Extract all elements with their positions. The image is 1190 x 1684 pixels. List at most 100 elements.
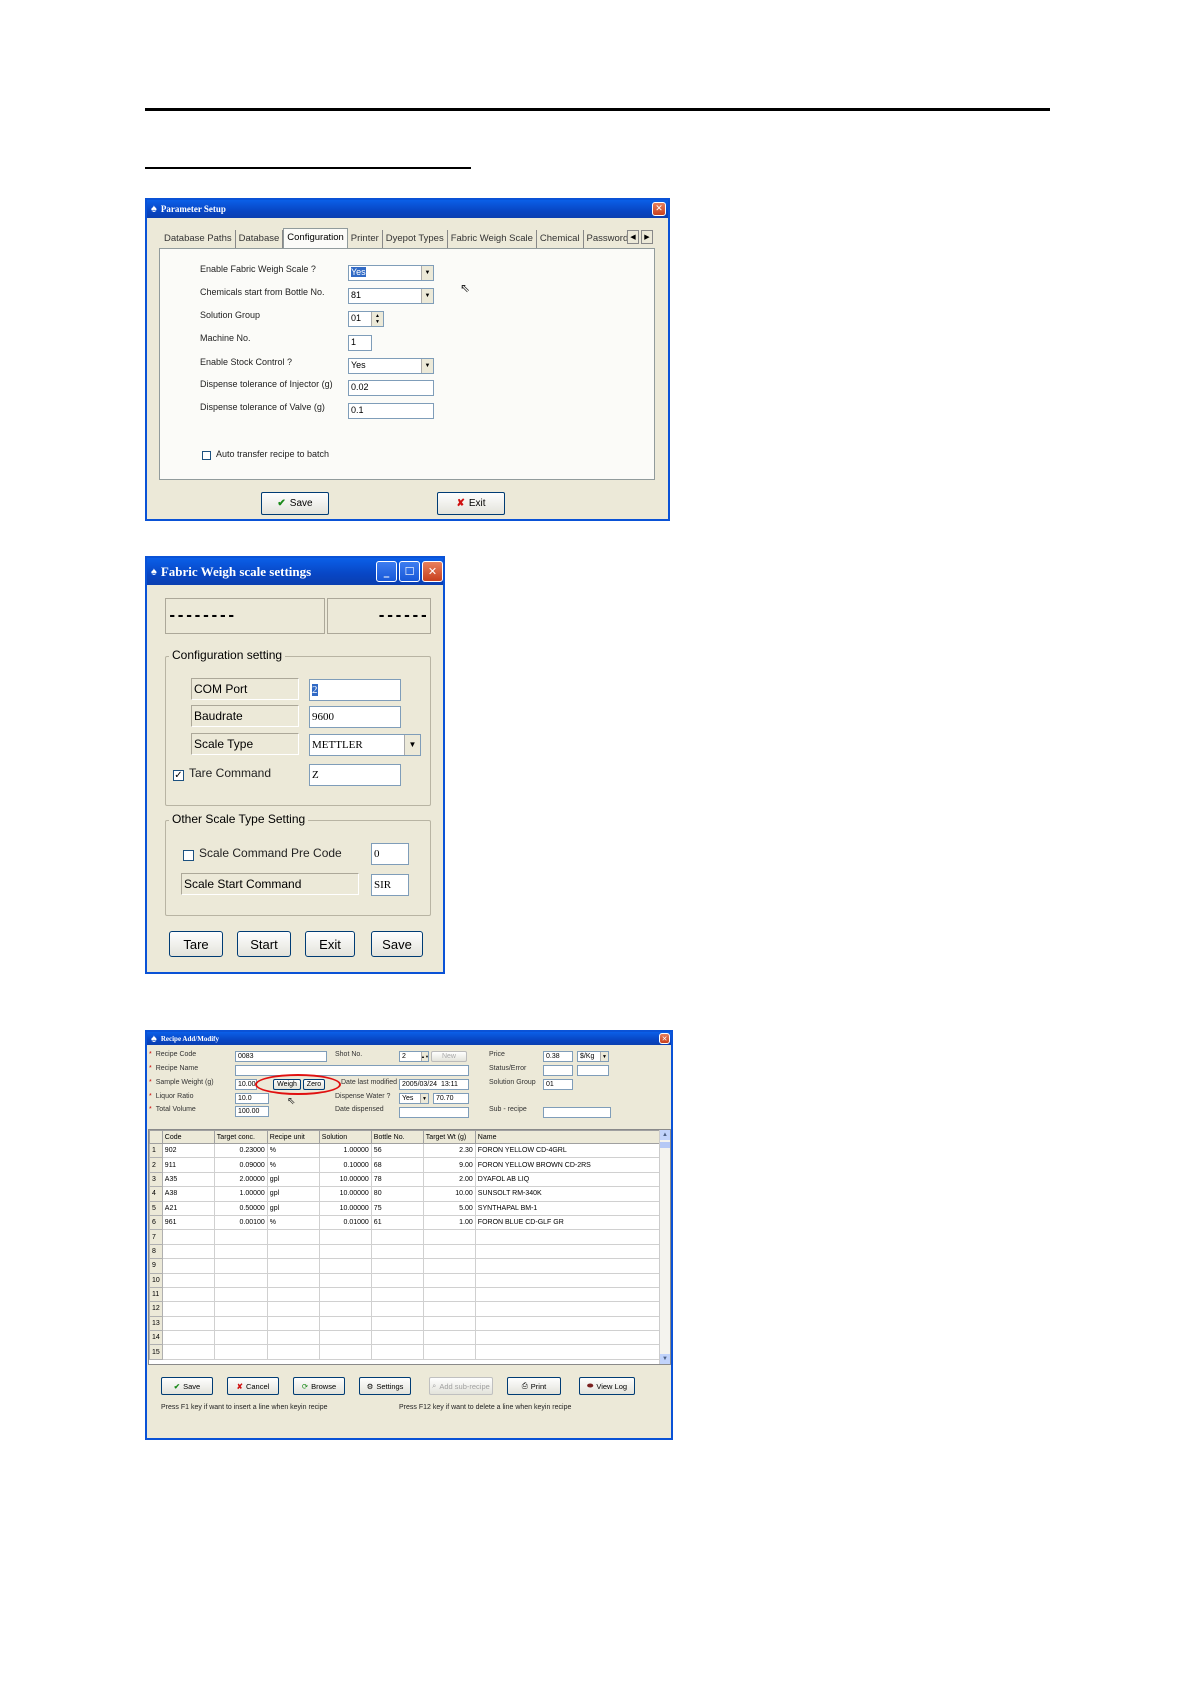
table-cell[interactable] — [266, 1315, 320, 1332]
column-header[interactable]: Bottle No. — [370, 1130, 424, 1144]
table-cell[interactable] — [266, 1330, 320, 1346]
table-cell[interactable] — [318, 1330, 372, 1346]
shot-no-spinner[interactable]: 2 ▲▼ — [399, 1051, 429, 1062]
recipe-name-input[interactable] — [235, 1065, 469, 1076]
table-cell[interactable] — [370, 1330, 424, 1346]
table-cell[interactable]: FORON BLUE CD-GLF GR — [474, 1214, 662, 1231]
chevron-down-icon[interactable]: ▼ — [421, 359, 433, 373]
table-cell[interactable]: 911 — [161, 1157, 215, 1173]
minimize-button[interactable]: _ — [376, 561, 397, 582]
table-cell[interactable] — [422, 1301, 476, 1317]
table-cell[interactable]: 0.10000 — [318, 1157, 372, 1173]
table-row[interactable]: 10 — [149, 1272, 662, 1288]
com-port-input[interactable]: 2 — [309, 679, 401, 701]
new-button[interactable]: New — [431, 1051, 467, 1062]
chevron-down-icon[interactable]: ▼ — [600, 1052, 608, 1061]
table-cell[interactable] — [318, 1229, 372, 1245]
table-cell[interactable] — [213, 1330, 268, 1346]
column-header[interactable]: Name — [474, 1130, 662, 1144]
table-row[interactable]: 14 — [149, 1330, 662, 1346]
tab-dyepot-types[interactable]: Dyepot Types — [383, 230, 448, 248]
table-cell[interactable] — [370, 1258, 424, 1274]
table-cell[interactable] — [474, 1243, 662, 1260]
table-cell[interactable] — [161, 1330, 215, 1346]
stock-control-select[interactable]: Yes ▼ — [348, 358, 434, 374]
table-cell[interactable]: 1.00000 — [213, 1186, 268, 1202]
total-volume-input[interactable]: 100.00 — [235, 1106, 269, 1117]
tare-command-checkbox[interactable]: ✓ — [173, 770, 184, 781]
table-cell[interactable] — [161, 1344, 215, 1360]
table-cell[interactable] — [318, 1272, 372, 1288]
add-sub-recipe-button[interactable]: ⌕ Add sub-recipe — [429, 1377, 493, 1395]
table-row[interactable]: 11 — [149, 1286, 662, 1303]
table-cell[interactable] — [474, 1258, 662, 1274]
table-row[interactable]: 13 — [149, 1315, 662, 1332]
table-cell[interactable]: 80 — [370, 1186, 424, 1202]
tab-configuration[interactable]: Configuration — [283, 228, 348, 248]
solution-group-input[interactable]: 01 — [543, 1079, 573, 1090]
table-cell[interactable] — [422, 1330, 476, 1346]
table-cell[interactable] — [474, 1229, 662, 1245]
save-button[interactable]: Save — [371, 931, 423, 957]
tab-database[interactable]: Database — [236, 230, 284, 248]
table-cell[interactable]: 0.00100 — [213, 1214, 268, 1231]
recipe-grid[interactable]: Code Target conc. Recipe unit Solution B… — [148, 1129, 671, 1365]
table-cell[interactable]: gpl — [266, 1200, 320, 1216]
table-cell[interactable] — [370, 1272, 424, 1288]
table-cell[interactable] — [266, 1229, 320, 1245]
tol-valve-input[interactable]: 0.1 — [348, 403, 434, 419]
table-row[interactable]: 2 911 0.09000% 0.10000 68 9.00 FORON YELLOW BR… — [149, 1157, 662, 1173]
table-cell[interactable] — [213, 1229, 268, 1245]
table-cell[interactable]: A35 — [161, 1171, 215, 1188]
table-cell[interactable]: 902 — [161, 1142, 215, 1159]
table-row[interactable]: 7 — [149, 1229, 662, 1245]
chevron-down-icon[interactable]: ▼ — [420, 1094, 428, 1103]
baudrate-input[interactable]: 9600 — [309, 706, 401, 728]
table-cell[interactable] — [161, 1286, 215, 1303]
table-cell[interactable] — [370, 1243, 424, 1260]
table-cell[interactable]: 75 — [370, 1200, 424, 1216]
table-cell[interactable]: 2.30 — [422, 1142, 476, 1159]
solution-group-spinner[interactable]: 01 ▲ ▼ — [348, 311, 384, 327]
auto-transfer-checkbox[interactable] — [202, 451, 211, 460]
exit-button[interactable]: Exit — [305, 931, 355, 957]
tab-chemical[interactable]: Chemical — [537, 230, 584, 248]
print-button[interactable]: ⎙ Print — [507, 1377, 561, 1395]
recipe-code-input[interactable]: 0083 — [235, 1051, 327, 1062]
table-cell[interactable] — [370, 1286, 424, 1303]
table-cell[interactable]: 961 — [161, 1214, 215, 1231]
table-cell[interactable] — [474, 1330, 662, 1346]
column-header[interactable]: Solution — [318, 1130, 372, 1144]
table-cell[interactable] — [161, 1315, 215, 1332]
price-unit-select[interactable]: $/Kg ▼ — [577, 1051, 609, 1062]
table-cell[interactable]: DYAFOL AB LIQ — [474, 1171, 662, 1188]
vertical-scrollbar[interactable]: ▲ ▼ — [659, 1130, 670, 1364]
table-row[interactable]: 4 A38 1.00000 gpl 10.00000 80 10.00 SUNSOLT RM-… — [149, 1186, 662, 1202]
table-cell[interactable]: A21 — [161, 1200, 215, 1216]
spinner-arrows-icon[interactable]: ▲▼ — [371, 312, 383, 326]
tab-scroll-left-icon[interactable]: ◀ — [627, 230, 639, 244]
table-cell[interactable]: 0.23000 — [213, 1142, 268, 1159]
table-cell[interactable]: gpl — [266, 1171, 320, 1188]
table-cell[interactable] — [370, 1301, 424, 1317]
chevron-down-icon[interactable]: ▼ — [404, 735, 420, 755]
table-cell[interactable] — [161, 1258, 215, 1274]
table-cell[interactable]: 0.09000 — [213, 1157, 268, 1173]
table-cell[interactable]: % — [266, 1214, 320, 1231]
table-cell[interactable] — [266, 1272, 320, 1288]
table-cell[interactable] — [161, 1301, 215, 1317]
close-button[interactable]: ✕ — [422, 561, 443, 582]
column-header[interactable]: Target conc. — [213, 1130, 268, 1144]
tab-scroll-right-icon[interactable]: ▶ — [641, 230, 653, 244]
table-cell[interactable] — [370, 1229, 424, 1245]
table-cell[interactable] — [422, 1344, 476, 1360]
table-cell[interactable] — [213, 1272, 268, 1288]
table-cell[interactable] — [474, 1301, 662, 1317]
table-cell[interactable]: 61 — [370, 1214, 424, 1231]
table-cell[interactable] — [266, 1301, 320, 1317]
start-button[interactable]: Start — [237, 931, 291, 957]
table-row[interactable]: 1 902 0.23000% 1.00000 56 2.30 FORON YELLOW CD… — [149, 1142, 662, 1159]
table-cell[interactable] — [213, 1243, 268, 1260]
maximize-button[interactable]: ☐ — [399, 561, 420, 582]
table-cell[interactable]: gpl — [266, 1186, 320, 1202]
